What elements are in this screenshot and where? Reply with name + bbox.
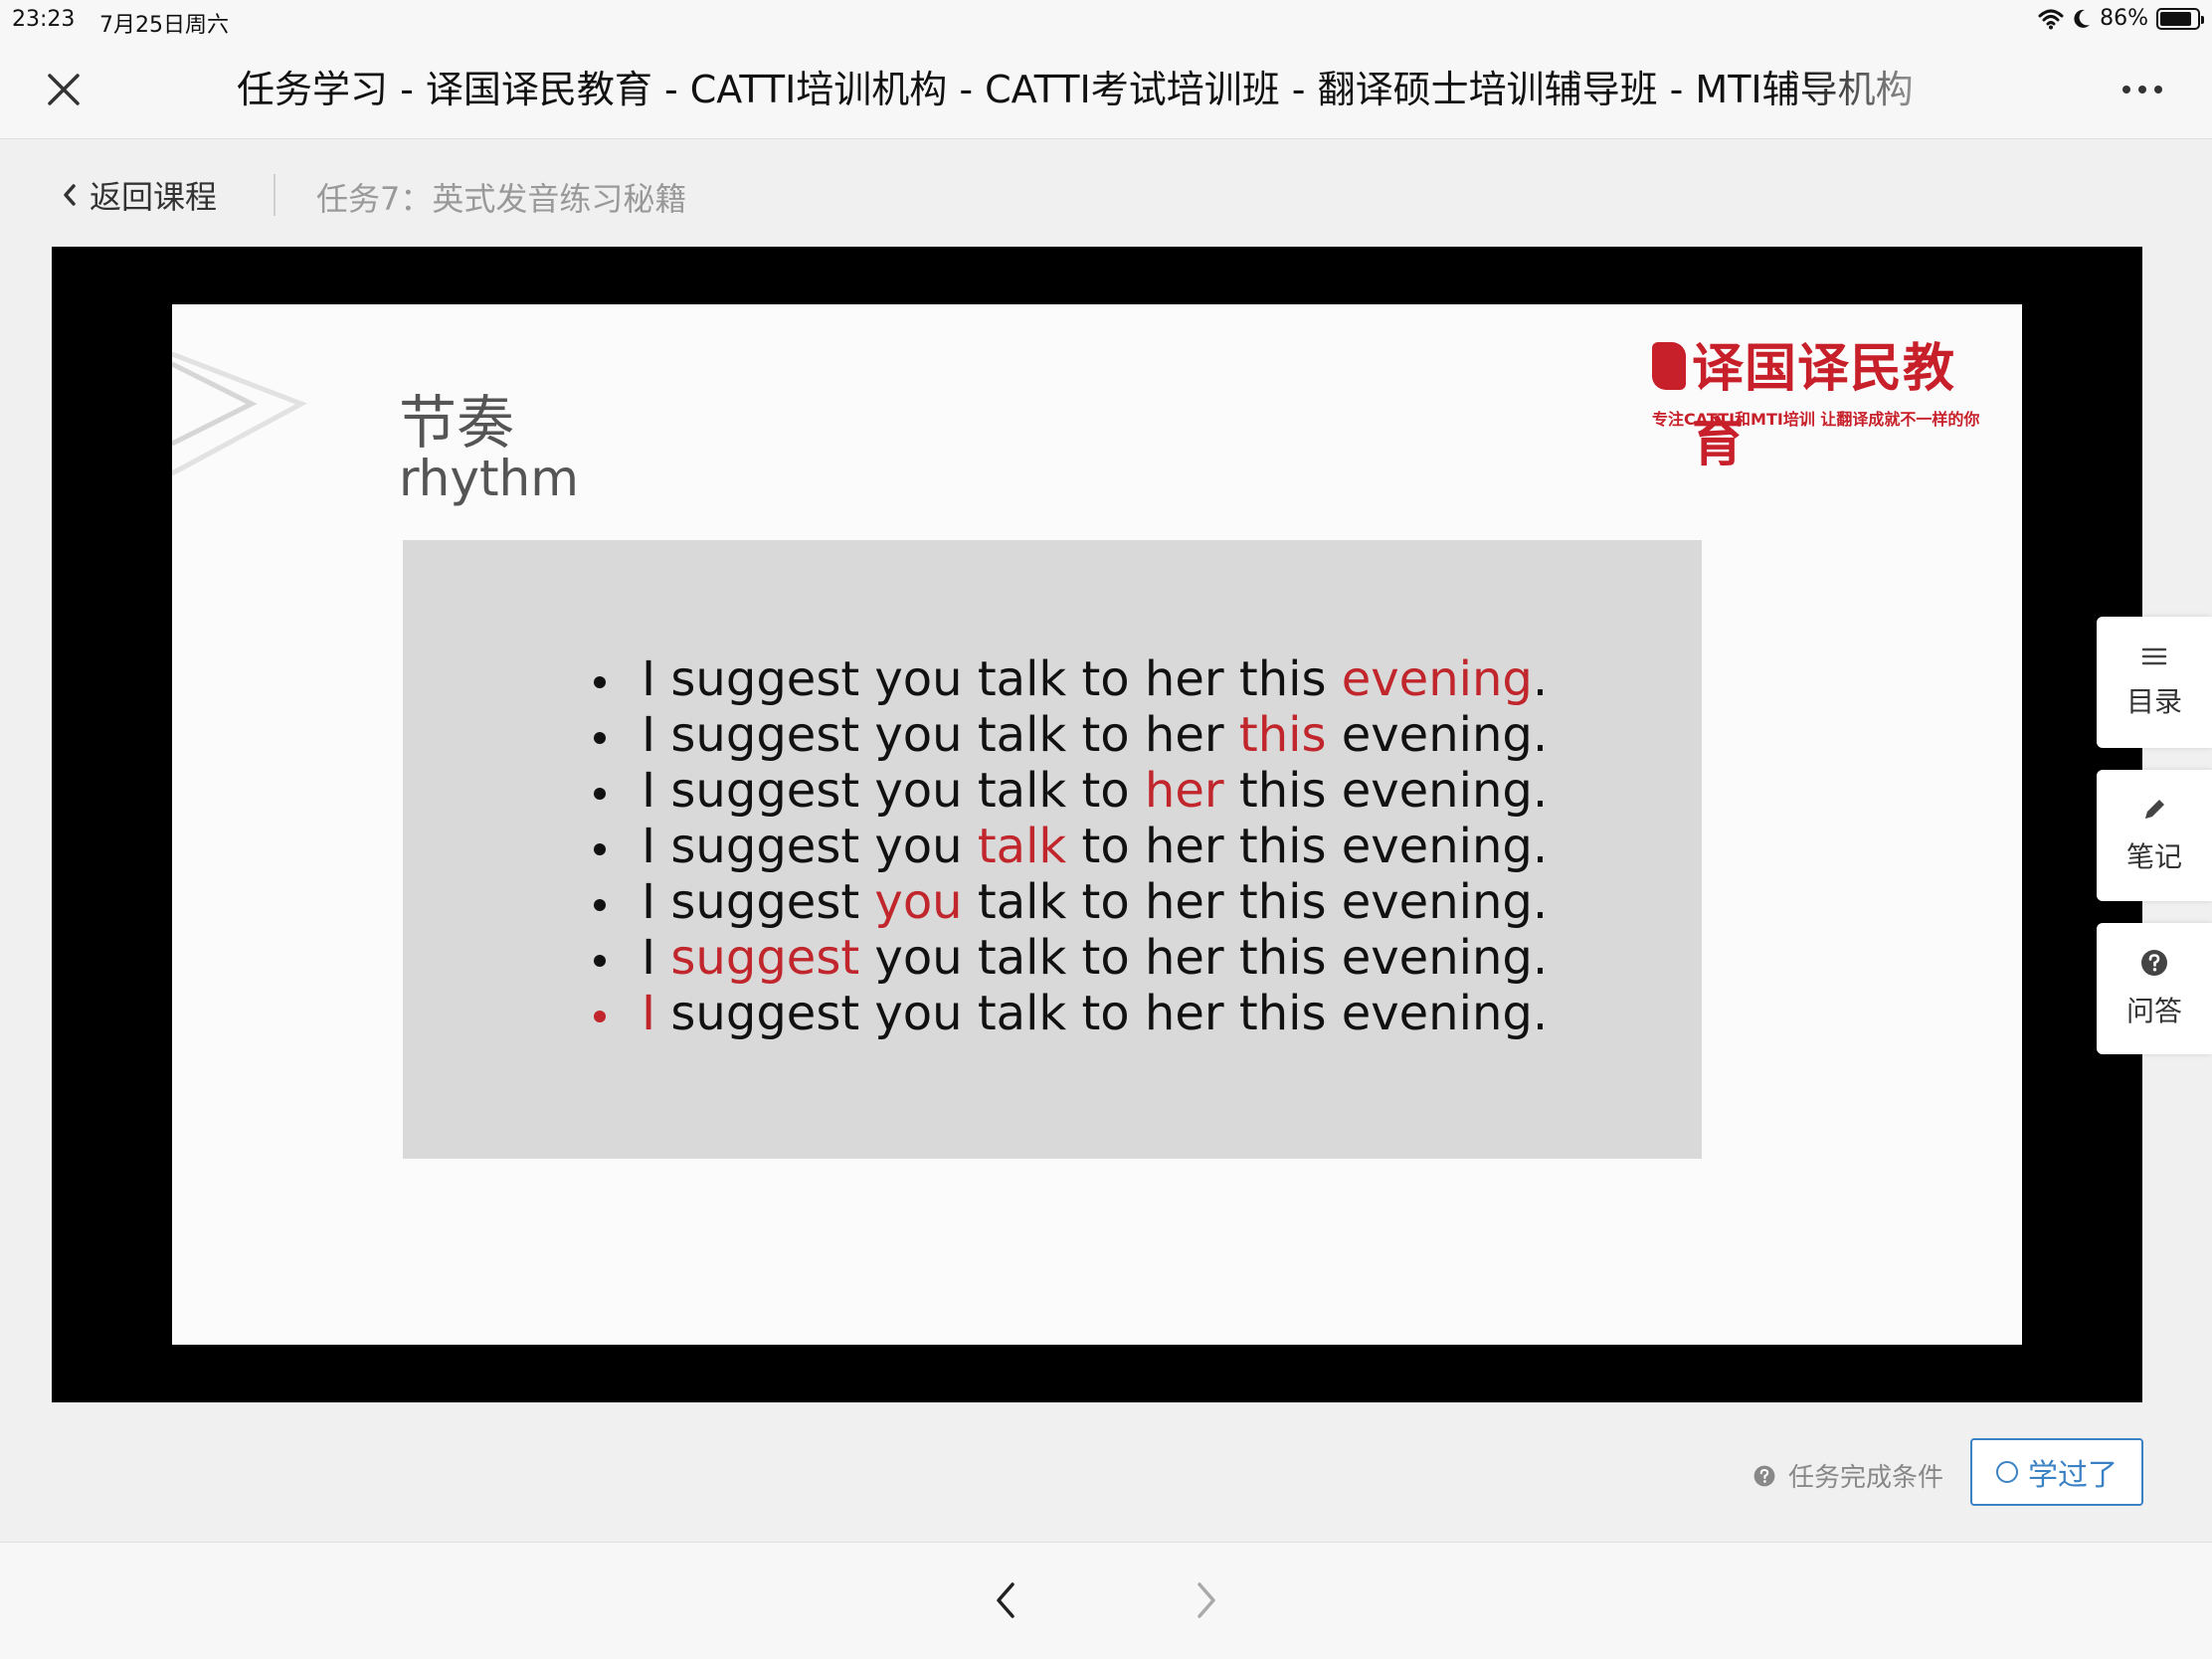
moon-icon — [2074, 9, 2091, 28]
breadcrumb-divider — [274, 174, 276, 216]
brand-slogan: 专注CATTI和MTI培训 让翻译成就不一样的你 — [1652, 410, 1980, 429]
stressed-word: her — [1144, 763, 1224, 819]
wifi-icon — [2038, 9, 2064, 29]
sentence-item: I suggest you talk to her this evening. — [592, 930, 1548, 986]
mark-learned-label: 学过了 — [2028, 1458, 2118, 1493]
back-to-course-label: 返回课程 — [90, 178, 218, 216]
completion-condition-link[interactable]: 任务完成条件 — [1752, 1457, 1943, 1494]
sentence-list: I suggest you talk to her this evening. … — [592, 651, 1548, 1041]
circle-icon — [1996, 1461, 2018, 1483]
completion-condition-label: 任务完成条件 — [1788, 1463, 1944, 1493]
catalog-button[interactable]: 目录 — [2097, 617, 2212, 748]
pencil-icon — [2145, 800, 2164, 819]
list-icon — [2141, 647, 2167, 665]
sentence-item: I suggest you talk to her this evening. — [592, 763, 1548, 819]
bottom-navigation — [0, 1542, 2212, 1659]
brand-logo-text: 译国译民教育 — [1692, 339, 1956, 473]
question-circle-icon — [1753, 1465, 1775, 1486]
battery-percent: 86% — [2100, 6, 2148, 31]
qa-button[interactable]: 问答 — [2097, 923, 2212, 1054]
back-to-course-link[interactable]: 返回课程 — [60, 172, 217, 218]
task-name: 任务7：英式发音练习秘籍 — [316, 180, 687, 218]
lesson-slide: 节奏 rhythm 译国译民教育 专注CATTI和MTI培训 让翻译成就不一样的… — [172, 304, 2022, 1345]
status-right: 86% — [2038, 6, 2204, 31]
previous-button[interactable] — [985, 1572, 1028, 1628]
slide-title-chinese: 节奏 — [399, 389, 515, 457]
chevron-left-icon — [64, 184, 76, 206]
brand-logo: 译国译民教育 专注CATTI和MTI培训 让翻译成就不一样的你 — [1648, 326, 2006, 473]
sentence-item: I suggest you talk to her this evening. — [592, 707, 1548, 763]
slide-chevron-decoration — [172, 351, 307, 476]
stressed-word: I — [642, 986, 656, 1041]
status-bar: 23:23 7月25日周六 86% — [0, 0, 2212, 40]
more-dot-icon — [2154, 86, 2162, 93]
notes-label: 笔记 — [2125, 840, 2182, 873]
brand-seal-icon — [1652, 342, 1686, 390]
mark-learned-button[interactable]: 学过了 — [1970, 1438, 2143, 1506]
battery-icon — [2156, 7, 2204, 30]
status-time: 23:23 — [12, 7, 76, 32]
stressed-word: this — [1238, 707, 1327, 763]
stressed-word: you — [874, 874, 963, 930]
next-button[interactable] — [1184, 1572, 1227, 1628]
sentence-item: I suggest you talk to her this evening. — [592, 651, 1548, 707]
status-date: 7月25日周六 — [99, 13, 229, 38]
chevron-right-icon — [1198, 1582, 1215, 1618]
sentence-item: I suggest you talk to her this evening. — [592, 874, 1548, 930]
notes-button[interactable]: 笔记 — [2097, 770, 2212, 901]
qa-label: 问答 — [2125, 995, 2182, 1027]
stressed-word: suggest — [670, 930, 860, 986]
battery-fill — [2160, 11, 2191, 26]
slide-title-english: rhythm — [399, 450, 579, 507]
catalog-label: 目录 — [2125, 685, 2182, 718]
video-player[interactable]: 节奏 rhythm 译国译民教育 专注CATTI和MTI培训 让翻译成就不一样的… — [52, 247, 2142, 1402]
sentence-box: I suggest you talk to her this evening. … — [403, 540, 1702, 1159]
question-circle-icon — [2141, 950, 2167, 976]
stressed-word: evening — [1341, 651, 1533, 707]
close-icon — [48, 74, 80, 105]
page-title: 任务学习 - 译国译民教育 - CATTI培训机构 - CATTI考试培训班 -… — [237, 68, 1914, 111]
more-dot-icon — [2122, 86, 2130, 93]
sentence-item: I suggest you talk to her this evening. — [592, 986, 1548, 1041]
title-bar: 任务学习 - 译国译民教育 - CATTI培训机构 - CATTI考试培训班 -… — [0, 40, 2212, 139]
breadcrumb: 返回课程 任务7：英式发音练习秘籍 — [0, 140, 2212, 247]
sentence-item: I suggest you talk to her this evening. — [592, 819, 1548, 874]
stressed-word: talk — [977, 819, 1067, 874]
more-button[interactable] — [2113, 70, 2172, 109]
chevron-left-icon — [997, 1582, 1014, 1618]
close-button[interactable] — [40, 66, 88, 113]
more-dot-icon — [2138, 86, 2146, 93]
